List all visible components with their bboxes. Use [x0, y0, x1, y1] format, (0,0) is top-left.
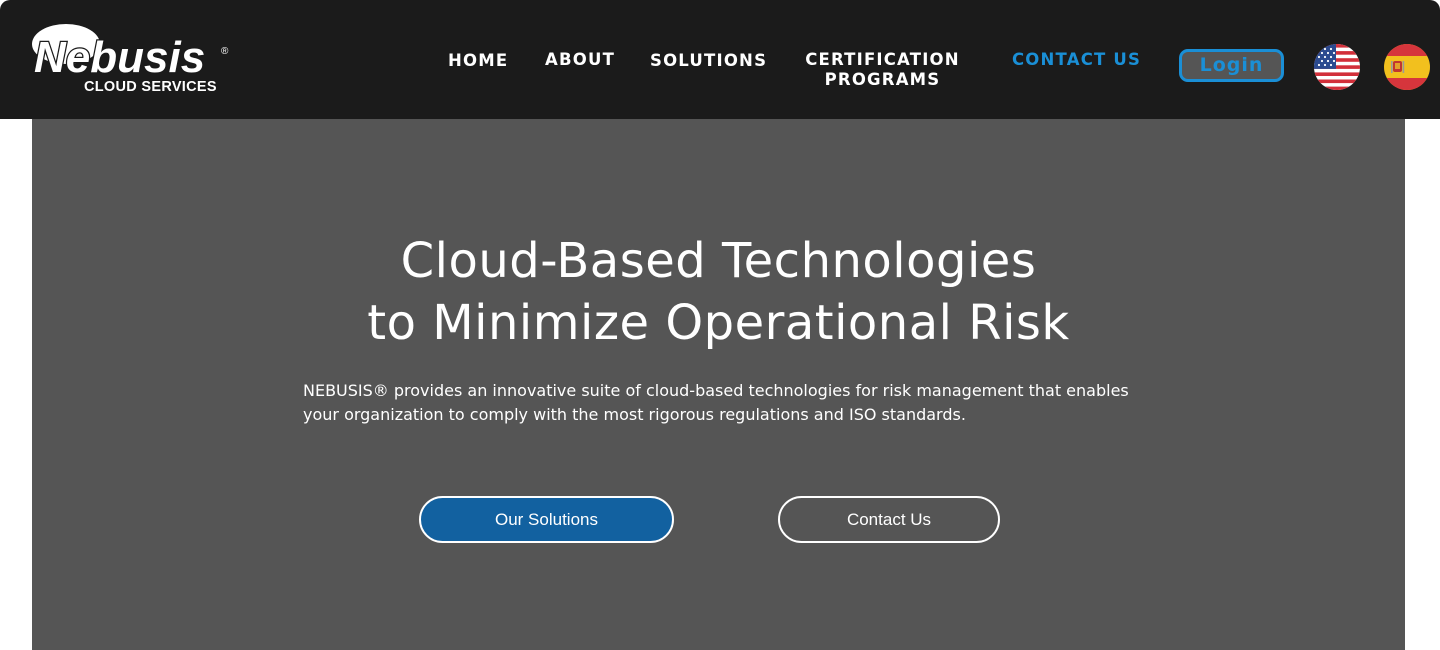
hero-title-line1: Cloud-Based Technologies — [400, 233, 1037, 289]
logo-brand-text: Nebusis — [34, 33, 205, 78]
spain-flag-icon[interactable] — [1384, 44, 1430, 90]
logo-subtitle: CLOUD SERVICES — [84, 79, 217, 95]
logo-registered-mark: ® — [221, 46, 229, 57]
our-solutions-button[interactable]: Our Solutions — [419, 496, 674, 543]
nav-about[interactable]: ABOUT — [545, 50, 615, 70]
nav-certification-programs[interactable]: CERTIFICATION PROGRAMS — [805, 50, 960, 90]
nav-home[interactable]: HOME — [448, 51, 508, 71]
hero-title: Cloud-Based Technologies to Minimize Ope… — [32, 230, 1405, 354]
logo-wordmark: Nebusis ® — [32, 24, 229, 78]
hero-title-line2: to Minimize Operational Risk — [367, 295, 1070, 351]
contact-us-button[interactable]: Contact Us — [778, 496, 1000, 543]
nav-certification-line1: CERTIFICATION — [805, 50, 960, 69]
nav-solutions[interactable]: SOLUTIONS — [650, 51, 767, 71]
login-button[interactable]: Login — [1179, 49, 1284, 82]
nav-contact-us[interactable]: CONTACT US — [1012, 50, 1141, 70]
hero-description: NEBUSIS® provides an innovative suite of… — [303, 381, 1129, 424]
hero-section: Cloud-Based Technologies to Minimize Ope… — [32, 119, 1405, 650]
nav-certification-line2: PROGRAMS — [824, 70, 941, 89]
us-flag-icon[interactable] — [1314, 44, 1360, 90]
site-header: Nebusis ® CLOUD SERVICES HOME ABOUT SOLU… — [0, 0, 1440, 119]
nebusis-logo[interactable]: Nebusis ® CLOUD SERVICES — [28, 22, 238, 102]
